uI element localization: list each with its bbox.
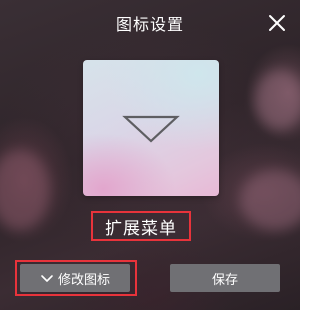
icon-name-label: 扩展菜单 [91,211,191,241]
background-blossom [240,170,300,230]
close-button[interactable] [264,10,290,36]
edit-icon-label: 修改图标 [57,272,110,288]
icon-settings-dialog: 图标设置 扩展菜单 修改图标 保存 [0,0,300,310]
chevron-down-icon [41,275,53,282]
background-blossom [0,150,50,230]
triangle-down-icon [122,115,180,143]
dialog-title: 图标设置 [115,15,184,34]
save-button-label: 保存 [211,272,238,288]
icon-name-text: 扩展菜单 [105,218,177,239]
icon-preview [83,60,219,196]
background-blossom [255,70,300,130]
close-icon [269,15,285,31]
save-button[interactable]: 保存 [170,264,280,292]
edit-icon-button[interactable]: 修改图标 [20,264,130,292]
